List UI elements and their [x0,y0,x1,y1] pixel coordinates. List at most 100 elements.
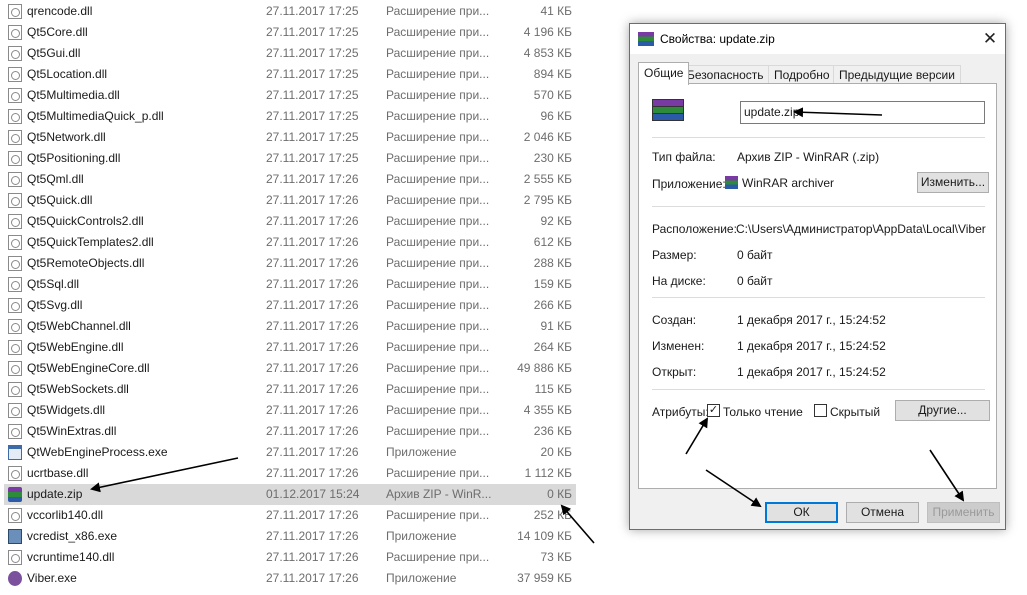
size-label: Размер: [652,248,697,262]
file-size: 612 КБ [533,235,572,249]
dll-icon [8,298,22,313]
file-name: Qt5Core.dll [27,25,88,39]
dll-icon [8,277,22,292]
file-size: 91 КБ [540,319,572,333]
file-type: Расширение при... [386,403,490,417]
file-name: vcredist_x86.exe [27,529,118,543]
file-type: Расширение при... [386,67,490,81]
file-row[interactable]: Qt5Multimedia.dll 27.11.2017 17:25 Расшире… [4,85,576,106]
file-date: 27.11.2017 17:25 [266,4,359,18]
file-row[interactable]: ucrtbase.dll 27.11.2017 17:26 Расширение п… [4,463,576,484]
exe-icon [8,445,22,460]
file-date: 27.11.2017 17:26 [266,424,359,438]
hidden-checkbox[interactable] [814,404,827,417]
dll-icon [8,4,22,19]
apply-button[interactable]: Применить [927,502,1000,523]
modified-value: 1 декабря 2017 г., 15:24:52 [737,339,886,353]
dialog-title: Свойства: update.zip [660,32,775,46]
file-name: ucrtbase.dll [27,466,89,480]
file-row[interactable]: Qt5WebChannel.dll 27.11.2017 17:26 Расшире… [4,316,576,337]
file-row[interactable]: Qt5WebEngineCore.dll 27.11.2017 17:26 Расш… [4,358,576,379]
dll-icon [8,508,22,523]
file-row[interactable]: Qt5Quick.dll 27.11.2017 17:26 Расширение п… [4,190,576,211]
file-row[interactable]: Qt5Sql.dll 27.11.2017 17:26 Расширение при… [4,274,576,295]
readonly-checkbox[interactable]: ✓ [707,404,720,417]
file-date: 27.11.2017 17:26 [266,214,359,228]
file-size: 0 КБ [547,487,572,501]
dll-icon [8,214,22,229]
file-row[interactable]: Qt5Gui.dll 27.11.2017 17:25 Расширение при… [4,43,576,64]
file-type: Расширение при... [386,361,490,375]
file-type: Расширение при... [386,277,490,291]
dll-icon [8,88,22,103]
tab-previous-versions[interactable]: Предыдущие версии [833,65,961,84]
file-type: Расширение при... [386,172,490,186]
file-row[interactable]: Qt5Location.dll 27.11.2017 17:25 Расширени… [4,64,576,85]
file-row[interactable]: Qt5QuickControls2.dll 27.11.2017 17:26 Рас… [4,211,576,232]
file-type: Расширение при... [386,88,490,102]
file-date: 27.11.2017 17:26 [266,298,359,312]
dll-icon [8,235,22,250]
file-row[interactable]: vcredist_x86.exe 27.11.2017 17:26 Приложен… [4,526,576,547]
filename-input[interactable]: update.zip [740,101,985,124]
file-date: 27.11.2017 17:25 [266,46,359,60]
app-name: WinRAR archiver [742,176,835,190]
file-row[interactable]: Qt5Qml.dll 27.11.2017 17:26 Расширение при… [4,169,576,190]
file-size: 288 КБ [533,256,572,270]
file-row[interactable]: Qt5Positioning.dll 27.11.2017 17:25 Расшир… [4,148,576,169]
tab-general[interactable]: Общие [638,62,690,85]
opened-value: 1 декабря 2017 г., 15:24:52 [737,365,886,379]
file-row[interactable]: Qt5Core.dll 27.11.2017 17:25 Расширение пр… [4,22,576,43]
dll-icon [8,466,22,481]
file-row[interactable]: update.zip 01.12.2017 15:24 Архив ZIP - Wi… [4,484,576,505]
file-row[interactable]: qrencode.dll 27.11.2017 17:25 Расширение п… [4,1,576,22]
file-name: Qt5Qml.dll [27,172,84,186]
file-name: Qt5QuickTemplates2.dll [27,235,154,249]
file-date: 27.11.2017 17:26 [266,445,359,459]
ok-button[interactable]: ОК [765,502,838,523]
disk-size-value: 0 байт [737,274,773,288]
file-row[interactable]: Viber.exe 27.11.2017 17:26 Приложение 37 95… [4,568,576,589]
file-type: Расширение при... [386,109,490,123]
created-value: 1 декабря 2017 г., 15:24:52 [737,313,886,327]
file-name: Qt5Positioning.dll [27,151,121,165]
tab-security[interactable]: Безопасность [681,65,770,84]
dialog-titlebar[interactable]: Свойства: update.zip ✕ [630,24,1005,54]
file-size: 264 КБ [533,340,572,354]
file-row[interactable]: Qt5Svg.dll 27.11.2017 17:26 Расширение при… [4,295,576,316]
cancel-button[interactable]: Отмена [846,502,919,523]
file-date: 27.11.2017 17:25 [266,67,359,81]
divider [652,206,985,207]
file-type: Расширение при... [386,4,490,18]
file-row[interactable]: Qt5MultimediaQuick_p.dll 27.11.2017 17:25… [4,106,576,127]
file-row[interactable]: Qt5WinExtras.dll 27.11.2017 17:26 Расширен… [4,421,576,442]
properties-dialog: Свойства: update.zip ✕ Общие Безопасност… [629,23,1006,530]
file-row[interactable]: QtWebEngineProcess.exe 27.11.2017 17:26 Пр… [4,442,576,463]
created-label: Создан: [652,313,697,327]
file-type: Расширение при... [386,151,490,165]
general-panel: update.zip Тип файла: Архив ZIP - WinRAR… [638,83,997,489]
file-row[interactable]: Qt5Network.dll 27.11.2017 17:25 Расширение… [4,127,576,148]
tab-details[interactable]: Подробно [768,65,836,84]
file-row[interactable]: Qt5QuickTemplates2.dll 27.11.2017 17:26 Ра… [4,232,576,253]
location-value: C:\Users\Администратор\AppData\Local\Vib… [736,222,986,236]
file-size: 4 355 КБ [523,403,572,417]
dll-icon [8,46,22,61]
file-row[interactable]: Qt5WebEngine.dll 27.11.2017 17:26 Расширен… [4,337,576,358]
setup-icon [8,529,22,544]
file-row[interactable]: vccorlib140.dll 27.11.2017 17:26 Расширени… [4,505,576,526]
file-type: Приложение [386,445,457,459]
close-icon[interactable]: ✕ [975,24,1005,54]
file-size: 236 КБ [533,424,572,438]
file-row[interactable]: Qt5WebSockets.dll 27.11.2017 17:26 Расшире… [4,379,576,400]
file-name: Qt5Location.dll [27,67,108,81]
file-size: 4 196 КБ [523,25,572,39]
file-date: 27.11.2017 17:26 [266,382,359,396]
file-row[interactable]: vcruntime140.dll 27.11.2017 17:26 Расширен… [4,547,576,568]
change-button[interactable]: Изменить... [917,172,989,193]
location-label: Расположение: [652,222,737,236]
file-row[interactable]: Qt5RemoteObjects.dll 27.11.2017 17:26 Расш… [4,253,576,274]
file-size: 41 КБ [540,4,572,18]
other-attributes-button[interactable]: Другие... [895,400,990,421]
file-row[interactable]: Qt5Widgets.dll 27.11.2017 17:26 Расширение… [4,400,576,421]
